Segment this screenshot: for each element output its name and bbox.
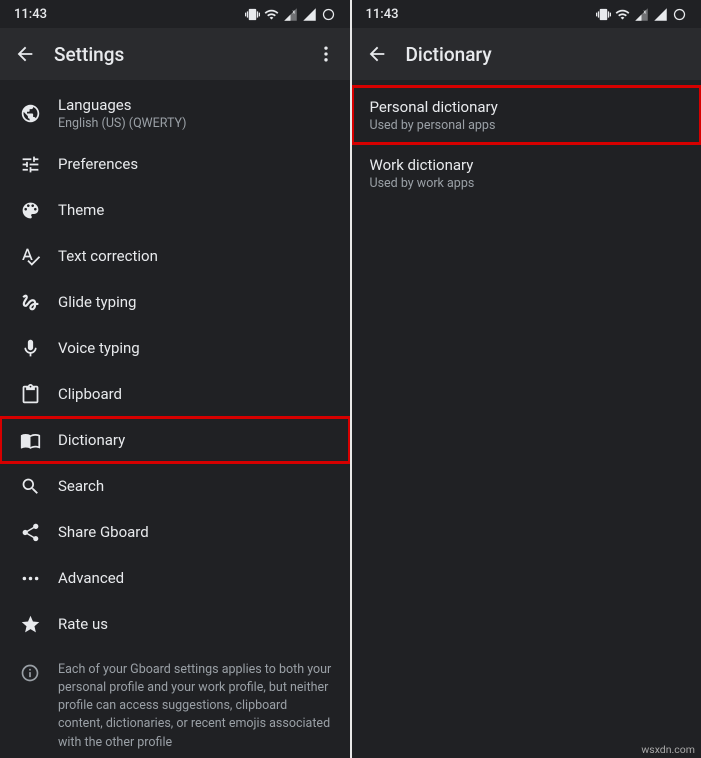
footer-note: Each of your Gboard settings applies to … (58, 661, 332, 752)
row-clipboard[interactable]: Clipboard (0, 371, 350, 417)
row-label: Glide typing (58, 293, 332, 311)
row-search[interactable]: Search (0, 463, 350, 509)
arrow-back-icon (366, 43, 388, 65)
share-icon (20, 522, 41, 543)
info-icon (20, 663, 40, 683)
row-label: Rate us (58, 615, 332, 633)
search-icon (20, 476, 41, 497)
watermark: wsxdn.com (641, 743, 695, 756)
circle-icon (321, 7, 336, 22)
gesture-icon (20, 292, 41, 313)
row-theme[interactable]: Theme (0, 187, 350, 233)
wifi-icon (615, 7, 630, 22)
row-label: Clipboard (58, 385, 332, 403)
row-sub: Used by personal apps (370, 118, 684, 133)
svg-text:x: x (643, 9, 646, 15)
row-text-correction[interactable]: Text correction (0, 233, 350, 279)
vibrate-icon (245, 7, 260, 22)
page-title: Settings (54, 43, 310, 66)
info-footer: Each of your Gboard settings applies to … (0, 647, 350, 758)
row-voice-typing[interactable]: Voice typing (0, 325, 350, 371)
screen-settings: 11:43 x Settings Languages English (US) … (0, 0, 350, 758)
signal-icon (653, 7, 668, 22)
star-icon (20, 614, 41, 635)
back-button[interactable] (366, 43, 398, 65)
tune-icon (20, 154, 41, 175)
statusbar: 11:43 x (0, 0, 350, 28)
vibrate-icon (596, 7, 611, 22)
palette-icon (20, 200, 41, 221)
arrow-back-icon (14, 43, 36, 65)
signal-icon (302, 7, 317, 22)
row-label: Voice typing (58, 339, 332, 357)
row-label: Text correction (58, 247, 332, 265)
appbar: Settings (0, 28, 350, 80)
row-work-dictionary[interactable]: Work dictionary Used by work apps (352, 144, 701, 202)
row-personal-dictionary[interactable]: Personal dictionary Used by personal app… (352, 86, 701, 144)
row-label: Work dictionary (370, 156, 684, 174)
screen-dictionary: 11:43 x Dictionary Personal dictionary U… (350, 0, 701, 758)
settings-list: Languages English (US) (QWERTY) Preferen… (0, 80, 350, 758)
row-label: Theme (58, 201, 332, 219)
status-icons: x (245, 7, 336, 22)
row-dictionary[interactable]: Dictionary (0, 417, 350, 463)
more-vert-icon (316, 44, 336, 64)
circle-icon (672, 7, 687, 22)
back-button[interactable] (14, 43, 46, 65)
row-share-gboard[interactable]: Share Gboard (0, 509, 350, 555)
clipboard-icon (20, 384, 41, 405)
appbar: Dictionary (352, 28, 701, 80)
page-title: Dictionary (406, 43, 694, 66)
row-label: Languages (58, 96, 332, 114)
row-label: Search (58, 477, 332, 495)
row-label: Dictionary (58, 431, 332, 449)
dictionary-list: Personal dictionary Used by personal app… (352, 80, 701, 202)
row-label: Advanced (58, 569, 332, 587)
status-time: 11:43 (14, 7, 47, 22)
statusbar: 11:43 x (352, 0, 701, 28)
overflow-button[interactable] (310, 44, 342, 64)
row-label: Preferences (58, 155, 332, 173)
more-horiz-icon (20, 568, 41, 589)
book-icon (20, 430, 41, 451)
row-label: Share Gboard (58, 523, 332, 541)
status-icons: x (596, 7, 687, 22)
row-label: Personal dictionary (370, 98, 684, 116)
globe-icon (20, 103, 41, 124)
row-preferences[interactable]: Preferences (0, 141, 350, 187)
row-glide-typing[interactable]: Glide typing (0, 279, 350, 325)
signal-x-icon: x (283, 7, 298, 22)
mic-icon (20, 338, 41, 359)
row-sub: English (US) (QWERTY) (58, 116, 332, 131)
signal-x-icon: x (634, 7, 649, 22)
row-rate-us[interactable]: Rate us (0, 601, 350, 647)
svg-text:x: x (292, 9, 295, 15)
status-time: 11:43 (366, 7, 399, 22)
row-sub: Used by work apps (370, 176, 684, 191)
spellcheck-icon (20, 246, 41, 267)
row-languages[interactable]: Languages English (US) (QWERTY) (0, 86, 350, 141)
row-advanced[interactable]: Advanced (0, 555, 350, 601)
wifi-icon (264, 7, 279, 22)
